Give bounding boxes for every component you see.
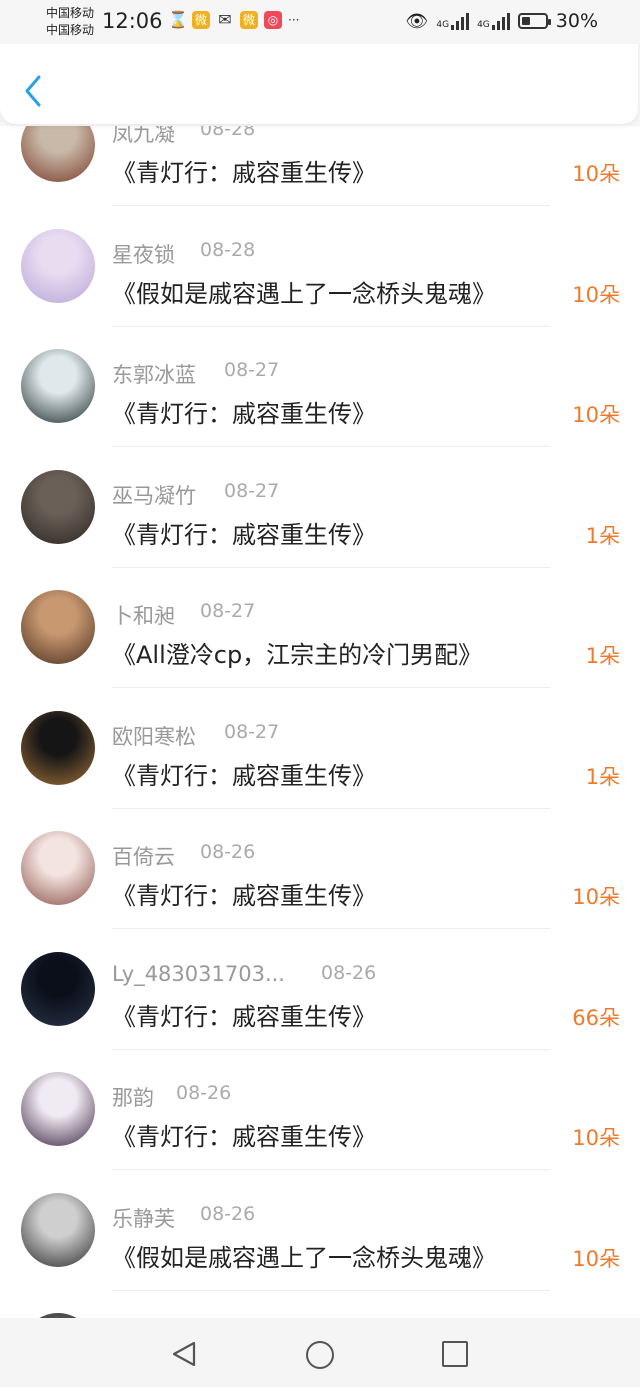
wechat-icon: ✉ bbox=[218, 10, 232, 29]
gift-count: 1朵 bbox=[585, 764, 620, 789]
book-title[interactable]: 《青灯行：戚容重生传》 bbox=[112, 756, 376, 791]
avatar[interactable] bbox=[21, 228, 95, 303]
weibo-icon: 微 bbox=[240, 11, 258, 29]
signal-icon bbox=[451, 12, 470, 30]
avatar[interactable] bbox=[21, 126, 95, 182]
avatar[interactable] bbox=[21, 1192, 95, 1267]
book-title[interactable]: 《假如是戚容遇上了一念桥头鬼魂》 bbox=[112, 1238, 496, 1273]
book-title[interactable]: 《青灯行：戚容重生传》 bbox=[112, 876, 376, 911]
username: 东郭冰蓝 bbox=[112, 363, 196, 387]
date: 08-26 bbox=[321, 961, 377, 984]
gift-count: 10朵 bbox=[572, 1126, 620, 1150]
navigation-bar bbox=[0, 1318, 640, 1387]
date: 08-26 bbox=[200, 841, 256, 863]
avatar[interactable] bbox=[21, 1072, 95, 1146]
list-item[interactable]: 那韵 08-26 《青灯行：戚容重生传》 10朵 bbox=[0, 1050, 640, 1170]
gift-count: 10朵 bbox=[572, 885, 620, 909]
username: 乐静芙 bbox=[112, 1206, 175, 1231]
username: 卜和昶 bbox=[112, 604, 175, 628]
avatar[interactable] bbox=[21, 349, 95, 423]
username: 星夜锁 bbox=[112, 242, 175, 267]
list-item[interactable]: 乐静芙 08-26 《假如是戚容遇上了一念桥头鬼魂》 10朵 bbox=[0, 1171, 640, 1291]
weibo-icon: 微 bbox=[192, 11, 210, 29]
gift-count: 10朵 bbox=[572, 282, 620, 307]
date: 08-27 bbox=[224, 359, 280, 381]
avatar[interactable] bbox=[21, 469, 95, 544]
back-triangle-icon[interactable] bbox=[170, 1340, 198, 1368]
avatar[interactable] bbox=[21, 951, 95, 1026]
book-title[interactable]: 《青灯行：戚容重生传》 bbox=[112, 997, 376, 1032]
notification-icons: ⌛ 微 ✉ 微 ◎ ··· bbox=[168, 11, 299, 29]
carrier-label: 中国移动 中国移动 bbox=[46, 5, 94, 39]
eye-icon: 👁 bbox=[405, 10, 429, 32]
status-right: 👁 4G 4G 30% bbox=[406, 10, 599, 32]
username: 欧阳寒松 bbox=[112, 724, 196, 749]
chevron-left-icon[interactable] bbox=[22, 74, 46, 108]
battery-icon bbox=[517, 13, 551, 29]
gift-count: 1朵 bbox=[585, 523, 620, 548]
avatar[interactable] bbox=[21, 831, 95, 905]
list-item[interactable] bbox=[0, 1291, 640, 1318]
username: 那韵 bbox=[112, 1086, 154, 1110]
header bbox=[0, 44, 640, 126]
date: 08-28 bbox=[200, 126, 256, 140]
date: 08-26 bbox=[176, 1082, 232, 1104]
date: 08-28 bbox=[200, 238, 256, 261]
gift-count: 10朵 bbox=[572, 1246, 620, 1271]
network-label-2: 4G bbox=[477, 20, 490, 30]
list-item[interactable]: 卜和昶 08-27 《All澄冷cp，江宗主的冷门男配》 1朵 bbox=[0, 568, 640, 688]
book-title[interactable]: 《假如是戚容遇上了一念桥头鬼魂》 bbox=[112, 274, 496, 309]
header-card bbox=[0, 44, 638, 124]
hourglass-icon: ⌛ bbox=[168, 10, 188, 29]
gift-count: 66朵 bbox=[572, 1005, 620, 1030]
gift-count: 10朵 bbox=[572, 403, 620, 427]
status-bar: 中国移动 中国移动 12:06 ⌛ 微 ✉ 微 ◎ ··· 👁 4G 4G 30… bbox=[0, 0, 640, 44]
signal-1: 4G bbox=[436, 12, 470, 30]
gift-list[interactable]: 凤九凝 08-28 《青灯行：戚容重生传》 10朵 星夜锁 08-28 《假如是戚容遇上了一… bbox=[0, 126, 640, 1318]
battery-percent: 30% bbox=[555, 10, 598, 32]
list-item[interactable]: 凤九凝 08-28 《青灯行：戚容重生传》 10朵 bbox=[0, 126, 640, 206]
gift-count: 1朵 bbox=[585, 644, 620, 668]
clock: 12:06 bbox=[102, 9, 163, 33]
carrier-2: 中国移动 bbox=[46, 23, 95, 37]
date: 08-27 bbox=[200, 600, 256, 622]
username: 百倚云 bbox=[112, 845, 175, 869]
recents-square-icon[interactable] bbox=[442, 1341, 468, 1367]
list-item[interactable]: 东郭冰蓝 08-27 《青灯行：戚容重生传》 10朵 bbox=[0, 327, 640, 447]
signal-icon bbox=[491, 12, 510, 30]
list-item[interactable]: 巫马凝竹 08-27 《青灯行：戚容重生传》 1朵 bbox=[0, 448, 640, 568]
book-title[interactable]: 《All澄冷cp，江宗主的冷门男配》 bbox=[112, 635, 482, 670]
list-item[interactable]: 百倚云 08-26 《青灯行：戚容重生传》 10朵 bbox=[0, 809, 640, 929]
list-item[interactable]: 欧阳寒松 08-27 《青灯行：戚容重生传》 1朵 bbox=[0, 689, 640, 809]
username: Ly_483031703... bbox=[112, 961, 285, 986]
date: 08-27 bbox=[224, 720, 280, 743]
avatar[interactable] bbox=[21, 590, 95, 664]
username: 巫马凝竹 bbox=[112, 483, 196, 508]
network-label-1: 4G bbox=[436, 20, 450, 30]
app-icon: ◎ bbox=[264, 11, 282, 29]
signal-2: 4G bbox=[477, 12, 510, 30]
avatar[interactable] bbox=[21, 710, 95, 785]
date: 08-27 bbox=[224, 479, 280, 502]
gift-count: 10朵 bbox=[572, 162, 620, 186]
book-title[interactable]: 《青灯行：戚容重生传》 bbox=[112, 394, 376, 429]
username: 凤九凝 bbox=[112, 126, 175, 146]
list-item[interactable]: Ly_483031703... 08-26 《青灯行：戚容重生传》 66朵 bbox=[0, 930, 640, 1050]
carrier-1: 中国移动 bbox=[46, 6, 95, 20]
more-icon: ··· bbox=[288, 13, 300, 27]
book-title[interactable]: 《青灯行：戚容重生传》 bbox=[112, 515, 376, 550]
date: 08-26 bbox=[200, 1202, 256, 1225]
book-title[interactable]: 《青灯行：戚容重生传》 bbox=[112, 1117, 376, 1152]
home-circle-icon[interactable] bbox=[306, 1341, 334, 1369]
book-title[interactable]: 《青灯行：戚容重生传》 bbox=[112, 153, 376, 188]
list-item[interactable]: 星夜锁 08-28 《假如是戚容遇上了一念桥头鬼魂》 10朵 bbox=[0, 207, 640, 327]
